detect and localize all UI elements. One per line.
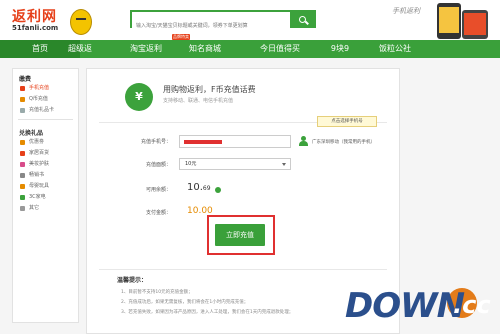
- phone-tooltip: 点击选择手机号: [317, 116, 377, 127]
- panel-subtitle: 支持移动、联通、电信手机充值: [163, 98, 234, 104]
- search-bar: [130, 10, 316, 33]
- watermark-suffix: .cc: [453, 291, 491, 319]
- sidebar-item-label: 家居百货: [29, 150, 50, 156]
- card-icon: [20, 108, 25, 113]
- promo-text: 手机返利: [392, 7, 420, 15]
- tip-item: 1、目前暂不支持10元的充值金额；: [121, 290, 193, 295]
- sidebar: 缴费 手机充值 Q币充值 充值礼品卡 兑换礼品 优惠劵 家居百货 美妆护肤 畅销…: [12, 68, 79, 323]
- nav-label: 淘宝返利: [130, 44, 162, 53]
- phone-icon: [437, 3, 461, 39]
- nav-label: 9块9: [330, 44, 350, 53]
- beauty-icon: [20, 162, 25, 167]
- search-icon: [298, 15, 306, 23]
- amount-label: 充值面额：: [145, 162, 171, 168]
- balance-int: 10.: [187, 182, 203, 193]
- redacted-number: [184, 140, 222, 144]
- sidebar-item-coupon[interactable]: 优惠劵: [13, 137, 78, 148]
- sidebar-item-label: 母婴玩具: [29, 183, 50, 189]
- balance-dec: 69: [202, 185, 211, 192]
- panel-title: 用购物返利，F币充值话费: [163, 85, 256, 94]
- pay-label: 支付金额：: [145, 210, 171, 216]
- nav-item-community[interactable]: 饭粒公社: [360, 40, 430, 58]
- balance-label: 可用余额：: [145, 187, 171, 193]
- mobile-promo[interactable]: 手机返利: [392, 2, 496, 39]
- header: 返利网 51fanli.com 手机返利: [0, 0, 500, 40]
- sidebar-item-giftcard[interactable]: 充值礼品卡: [13, 105, 78, 116]
- amount-select[interactable]: 10元: [179, 158, 291, 170]
- home-icon: [20, 151, 25, 156]
- tablet-icon: [462, 10, 488, 39]
- phone-icon: [20, 86, 25, 91]
- tip-item: 3、若充值失败，如果因为非产品原因，进入人工处理，我们会在1天内完成退款处理；: [121, 310, 294, 315]
- divider: [99, 269, 387, 270]
- tips-title: 温馨提示：: [117, 277, 148, 284]
- yuan-icon: ¥: [125, 83, 153, 111]
- carrier-info: 广东深圳移动（我常用的手机）: [312, 140, 375, 145]
- contact-icon[interactable]: [299, 136, 308, 146]
- sidebar-item-label: 美妆护肤: [29, 161, 50, 167]
- nav-item-malls[interactable]: 知名商城: [170, 40, 240, 58]
- nav-item-deals[interactable]: 今日值得买: [240, 40, 320, 58]
- qq-icon: [20, 97, 25, 102]
- search-input[interactable]: [132, 19, 290, 33]
- watermark: DOWN .cc: [345, 286, 497, 330]
- brand-name: 返利网: [12, 9, 57, 25]
- nav-label: 今日值得买: [260, 44, 300, 53]
- sidebar-item-electronics[interactable]: 3C家电: [13, 192, 78, 203]
- sidebar-item-other[interactable]: 其它: [13, 203, 78, 214]
- sidebar-item-beauty[interactable]: 美妆护肤: [13, 159, 78, 170]
- tip-item: 2、充值成功后，如果无需复核，我们将会在1小时内完成充值；: [121, 300, 249, 305]
- main-nav: 首页 超级返 淘宝返利 品牌特卖 知名商城 今日值得买 9块9 饭粒公社: [0, 34, 500, 58]
- contact-body: [299, 141, 308, 146]
- book-icon: [20, 173, 25, 178]
- sidebar-item-label: 优惠劵: [29, 139, 45, 145]
- brand-domain: 51fanli.com: [12, 24, 59, 32]
- sidebar-item-mobile-topup[interactable]: 手机充值: [13, 83, 78, 94]
- sidebar-item-label: 其它: [29, 205, 40, 211]
- baby-icon: [20, 184, 25, 189]
- coupon-icon: [20, 140, 25, 145]
- page: 返利网 51fanli.com 手机返利 首页 超级返 淘宝返利 品牌特卖 知名…: [0, 0, 500, 334]
- other-icon: [20, 206, 25, 211]
- sidebar-item-label: 畅销书: [29, 172, 45, 178]
- sidebar-item-books[interactable]: 畅销书: [13, 170, 78, 181]
- phone-label: 充值手机号：: [140, 139, 171, 145]
- info-icon[interactable]: [215, 187, 221, 193]
- sidebar-item-label: 3C家电: [29, 194, 46, 200]
- sidebar-item-label: Q币充值: [29, 96, 48, 102]
- balance-value: 10.69: [187, 182, 211, 193]
- logo[interactable]: 返利网 51fanli.com: [12, 6, 92, 36]
- nav-label: 饭粒公社: [379, 44, 411, 53]
- sidebar-section-title: 缴费: [19, 76, 32, 83]
- sidebar-item-baby[interactable]: 母婴玩具: [13, 181, 78, 192]
- submit-button[interactable]: 立即充值: [215, 224, 265, 246]
- sidebar-item-home[interactable]: 家居百货: [13, 148, 78, 159]
- electronics-icon: [20, 195, 25, 200]
- sidebar-item-qcoin[interactable]: Q币充值: [13, 94, 78, 105]
- chevron-down-icon: [282, 163, 286, 166]
- amount-value: 10元: [185, 161, 197, 167]
- sidebar-item-label: 手机充值: [29, 85, 50, 91]
- mascot-icon: [70, 9, 92, 35]
- sidebar-item-label: 充值礼品卡: [29, 107, 55, 113]
- watermark-text: DOWN: [345, 286, 465, 326]
- nav-label: 知名商城: [189, 44, 221, 53]
- sidebar-section-title: 兑换礼品: [19, 130, 44, 137]
- sidebar-divider: [18, 119, 73, 120]
- nav-label: 超级返: [68, 44, 92, 53]
- search-button[interactable]: [290, 12, 314, 26]
- phone-number-input[interactable]: [179, 135, 291, 148]
